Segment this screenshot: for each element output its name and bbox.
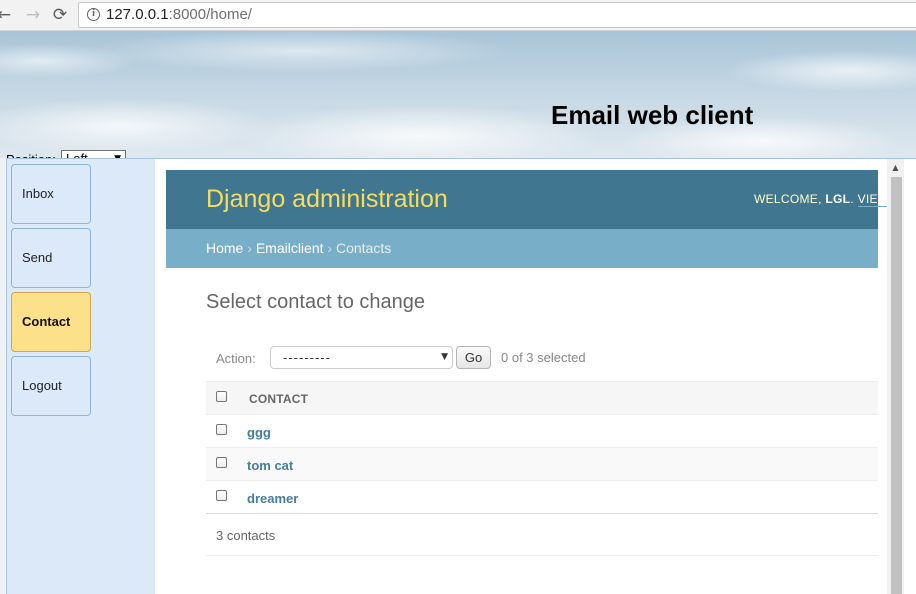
info-icon[interactable]: i [87, 8, 100, 21]
browser-toolbar: ← → ⟳ i 127.0.0.1:8000/home/ [0, 0, 916, 31]
row-checkbox[interactable] [216, 424, 227, 435]
contact-link[interactable]: tom cat [247, 458, 293, 473]
contact-link[interactable]: ggg [247, 425, 271, 440]
selection-counter: 0 of 3 selected [501, 350, 586, 365]
side-menu: Inbox Send Contact Logout [6, 158, 156, 594]
sky-banner: Email web client Position: Left ▼ [0, 31, 916, 168]
admin-frame: Django administration WELCOME, LGL. VIEW… [155, 158, 916, 594]
column-header-contact[interactable]: CONTACT [249, 392, 308, 406]
result-count: 3 contacts [216, 528, 276, 543]
page-title: Select contact to change [206, 291, 426, 313]
url-host: 127.0.0.1 [106, 6, 169, 23]
table-row: dreamer [206, 481, 878, 514]
breadcrumb-app[interactable]: Emailclient [256, 240, 324, 256]
row-checkbox[interactable] [216, 490, 227, 501]
app-title: Email web client [551, 100, 754, 130]
breadcrumb-home[interactable]: Home [206, 240, 243, 256]
table-row: tom cat [206, 448, 878, 481]
back-arrow-icon[interactable]: ← [0, 4, 14, 26]
scrollbar-thumb[interactable] [891, 177, 902, 594]
paginator: 3 contacts [206, 513, 878, 556]
admin-header: Django administration WELCOME, LGL. VIEW [166, 170, 890, 229]
scroll-up-arrow-icon[interactable]: ▲ [887, 161, 904, 175]
admin-brand[interactable]: Django administration [206, 185, 448, 214]
breadcrumb-separator: › [243, 240, 256, 256]
breadcrumb-current: Contacts [335, 240, 392, 256]
contact-link[interactable]: dreamer [247, 491, 298, 506]
url-text[interactable]: 127.0.0.1:8000/home/ [106, 6, 252, 23]
welcome-text: WELCOME, [754, 192, 826, 206]
row-checkbox[interactable] [216, 457, 227, 468]
table-header: CONTACT [206, 381, 878, 415]
menu-item-inbox[interactable]: Inbox [11, 164, 91, 224]
dropdown-caret-icon: ▼ [441, 352, 448, 362]
select-all-checkbox[interactable] [216, 391, 227, 402]
menu-item-contact[interactable]: Contact [11, 292, 91, 352]
go-button[interactable]: Go [456, 346, 491, 369]
username: LGL [825, 192, 851, 206]
forward-arrow-icon[interactable]: → [23, 4, 43, 26]
reload-icon[interactable]: ⟳ [50, 4, 70, 26]
actions-bar: Action: --------- ▼ Go 0 of 3 selected [206, 345, 878, 372]
menu-item-logout[interactable]: Logout [11, 356, 91, 416]
action-label: Action: [216, 351, 256, 366]
breadcrumb-separator: › [323, 240, 336, 256]
url-path: :8000/home/ [168, 6, 252, 23]
breadcrumb: Home › Emailclient › Contacts [166, 229, 878, 268]
username-suffix: . [850, 192, 858, 206]
address-bar[interactable]: i 127.0.0.1:8000/home/ [78, 2, 916, 28]
menu-item-send[interactable]: Send [11, 228, 91, 288]
view-site-link[interactable]: VIEW [857, 192, 890, 207]
action-select[interactable]: --------- ▼ [270, 346, 453, 369]
user-tools: WELCOME, LGL. VIEW [754, 192, 890, 207]
vertical-scrollbar[interactable]: ▲ [887, 159, 904, 594]
action-select-value: --------- [283, 350, 331, 365]
table-row: ggg [206, 415, 878, 448]
